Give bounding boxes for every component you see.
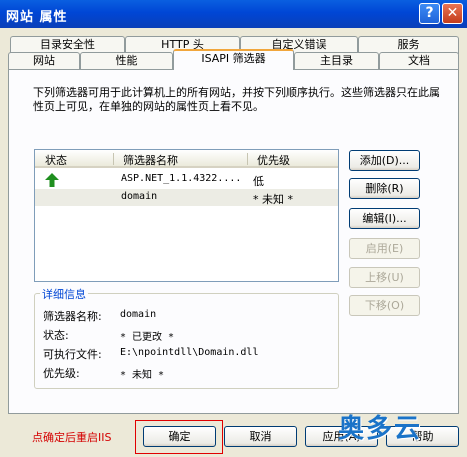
tab-documents[interactable]: 文档	[379, 52, 459, 70]
filter-priority: 低	[253, 175, 264, 188]
add-button[interactable]: 添加(D)...	[349, 150, 420, 171]
detail-value-priority: * 未知 *	[120, 370, 165, 381]
filter-name: domain	[121, 191, 158, 202]
move-up-button[interactable]: 上移(U)	[349, 267, 420, 288]
detail-label-name: 筛选器名称:	[43, 310, 102, 323]
list-item[interactable]: domain * 未知 *	[35, 189, 338, 206]
enable-button[interactable]: 启用(E)	[349, 238, 420, 259]
filter-priority: * 未知 *	[253, 193, 293, 206]
restart-note: 点确定后重启IIS	[32, 431, 112, 444]
edit-button[interactable]: 编辑(I)...	[349, 208, 420, 229]
detail-label-status: 状态:	[43, 329, 69, 342]
tab-home-directory[interactable]: 主目录	[294, 52, 379, 70]
list-item[interactable]: ASP.NET_1.1.4322.... 低	[35, 171, 338, 188]
detail-value-executable: E:\npointdll\Domain.dll	[120, 347, 259, 358]
move-down-button[interactable]: 下移(O)	[349, 295, 420, 316]
detail-value-name: domain	[120, 309, 157, 320]
cancel-button[interactable]: 取消	[224, 426, 297, 447]
detail-value-status: * 已更改 *	[120, 332, 175, 343]
list-header: 状态 筛选器名称 优先级	[35, 150, 338, 168]
column-filter-name[interactable]: 筛选器名称	[123, 152, 178, 168]
filter-list[interactable]: 状态 筛选器名称 优先级 ASP.NET_1.1.4322.... 低 doma…	[34, 149, 339, 282]
tab-website[interactable]: 网站	[8, 52, 80, 70]
close-icon[interactable]: ✕	[442, 3, 463, 24]
help-icon[interactable]: ?	[419, 3, 440, 24]
detail-label-executable: 可执行文件:	[43, 348, 102, 361]
details-title: 详细信息	[40, 286, 88, 302]
ok-button[interactable]: 确定	[143, 426, 216, 447]
detail-label-priority: 优先级:	[43, 367, 80, 380]
tab-performance[interactable]: 性能	[80, 52, 173, 70]
green-up-arrow-icon	[45, 173, 59, 187]
filter-name: ASP.NET_1.1.4322....	[121, 173, 242, 184]
watermark-logo: 奥多云	[338, 414, 423, 444]
column-priority[interactable]: 优先级	[257, 152, 290, 168]
column-status[interactable]: 状态	[45, 152, 67, 168]
window-title: 网站 属性	[6, 10, 68, 25]
title-bar: 网站 属性 ? ✕	[0, 0, 467, 28]
tab-isapi-filters[interactable]: ISAPI 筛选器	[173, 49, 294, 70]
remove-button[interactable]: 删除(R)	[349, 178, 420, 199]
description-text: 下列筛选器可用于此计算机上的所有网站，并按下列顺序执行。这些筛选器只在此属性页上…	[33, 86, 440, 113]
